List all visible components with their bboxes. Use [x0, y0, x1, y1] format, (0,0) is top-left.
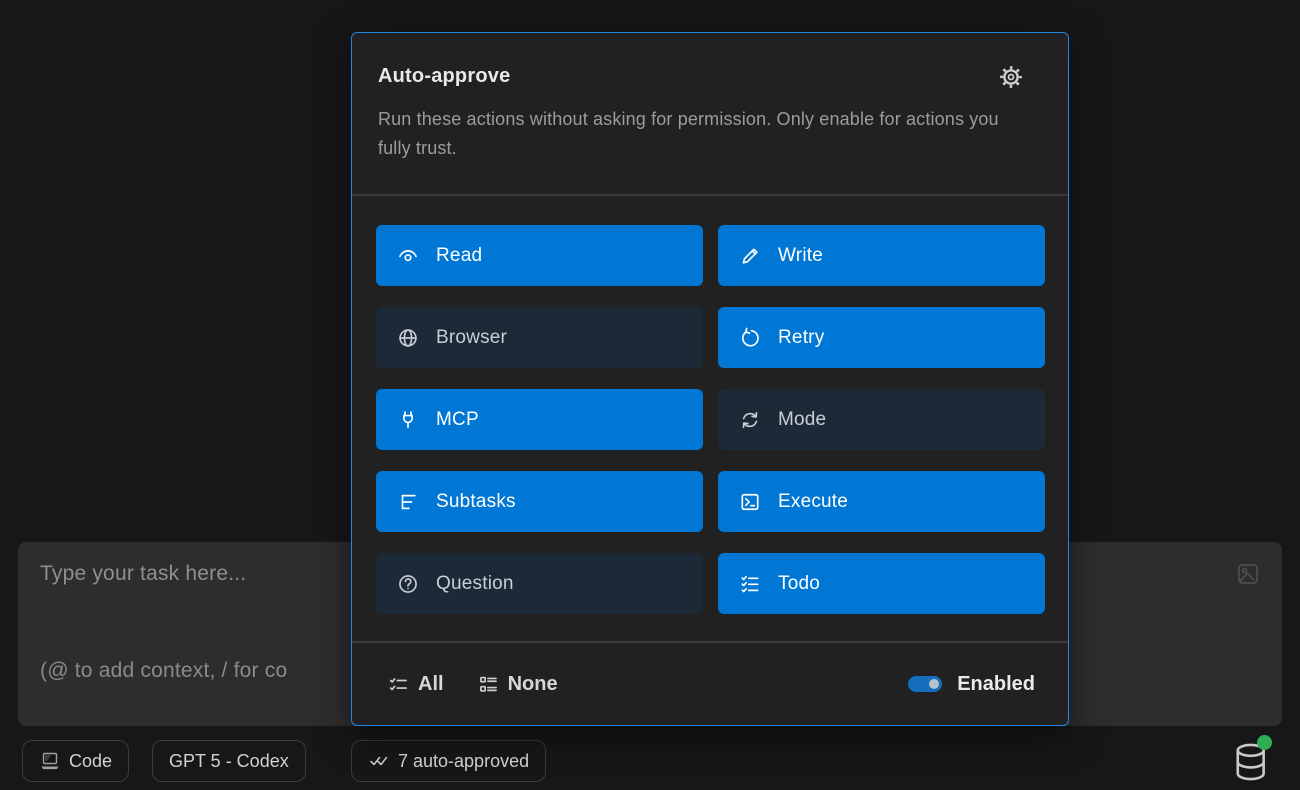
database-status-button[interactable]: [1230, 740, 1274, 784]
toggle-label: Question: [436, 573, 514, 595]
globe-icon: [397, 327, 419, 349]
none-label: None: [508, 673, 558, 696]
mode-selector-button[interactable]: Code: [22, 740, 129, 782]
toggle-label: Todo: [778, 573, 820, 595]
image-icon[interactable]: [1236, 562, 1260, 586]
toggle-label: Mode: [778, 409, 826, 431]
auto-approve-grid: Read Write: [376, 225, 1045, 614]
plug-icon: [397, 409, 419, 431]
model-label: GPT 5 - Codex: [169, 751, 289, 772]
toggle-subtasks[interactable]: Subtasks: [376, 471, 703, 532]
checklist-check-icon: [388, 674, 409, 695]
auto-approved-button[interactable]: 7 auto-approved: [351, 740, 546, 782]
toggle-label: Retry: [778, 327, 824, 349]
toggle-write[interactable]: Write: [718, 225, 1045, 286]
toggle-label: Write: [778, 245, 823, 267]
checklist-square-icon: [478, 674, 499, 695]
toggle-mode[interactable]: Mode: [718, 389, 1045, 450]
gear-icon[interactable]: [998, 64, 1024, 90]
toggle-execute[interactable]: Execute: [718, 471, 1045, 532]
toggle-knob: [929, 679, 939, 689]
toggle-todo[interactable]: Todo: [718, 553, 1045, 614]
enabled-toggle-switch[interactable]: [908, 676, 942, 692]
select-none-button[interactable]: None: [478, 673, 558, 696]
app-background: Type your task here... (@ to add context…: [0, 0, 1300, 790]
enabled-label: Enabled: [957, 673, 1035, 696]
task-input-placeholder: Type your task here...: [40, 562, 246, 586]
modal-header: Auto-approve Run these actions without a…: [352, 33, 1068, 196]
terminal-icon: [739, 491, 761, 513]
mode-label: Code: [69, 751, 112, 772]
toggle-mcp[interactable]: MCP: [376, 389, 703, 450]
toggle-read[interactable]: Read: [376, 225, 703, 286]
laptop-icon: [39, 750, 61, 772]
all-label: All: [418, 673, 444, 696]
auto-approve-modal: Auto-approve Run these actions without a…: [351, 32, 1069, 726]
select-all-button[interactable]: All: [388, 673, 444, 696]
double-check-icon: [368, 750, 390, 772]
toggle-label: Read: [436, 245, 482, 267]
auto-approved-label: 7 auto-approved: [398, 751, 529, 772]
task-input-hint: (@ to add context, / for co: [40, 659, 287, 683]
checklist-icon: [739, 573, 761, 595]
modal-footer: All None Enabled: [352, 641, 1068, 725]
list-tree-icon: [397, 491, 419, 513]
refresh-icon: [739, 327, 761, 349]
eye-icon: [397, 245, 419, 267]
toggle-label: Execute: [778, 491, 848, 513]
toggle-label: MCP: [436, 409, 479, 431]
toggle-label: Subtasks: [436, 491, 516, 513]
model-selector-button[interactable]: GPT 5 - Codex: [152, 740, 306, 782]
toggle-label: Browser: [436, 327, 507, 349]
toggle-question[interactable]: Question: [376, 553, 703, 614]
pencil-icon: [739, 245, 761, 267]
toggle-retry[interactable]: Retry: [718, 307, 1045, 368]
sync-icon: [739, 409, 761, 431]
enabled-toggle-group: Enabled: [908, 673, 1035, 696]
question-icon: [397, 573, 419, 595]
status-dot: [1257, 735, 1272, 750]
modal-description: Run these actions without asking for per…: [378, 105, 1030, 163]
toggle-browser[interactable]: Browser: [376, 307, 703, 368]
modal-title: Auto-approve: [378, 65, 1042, 88]
